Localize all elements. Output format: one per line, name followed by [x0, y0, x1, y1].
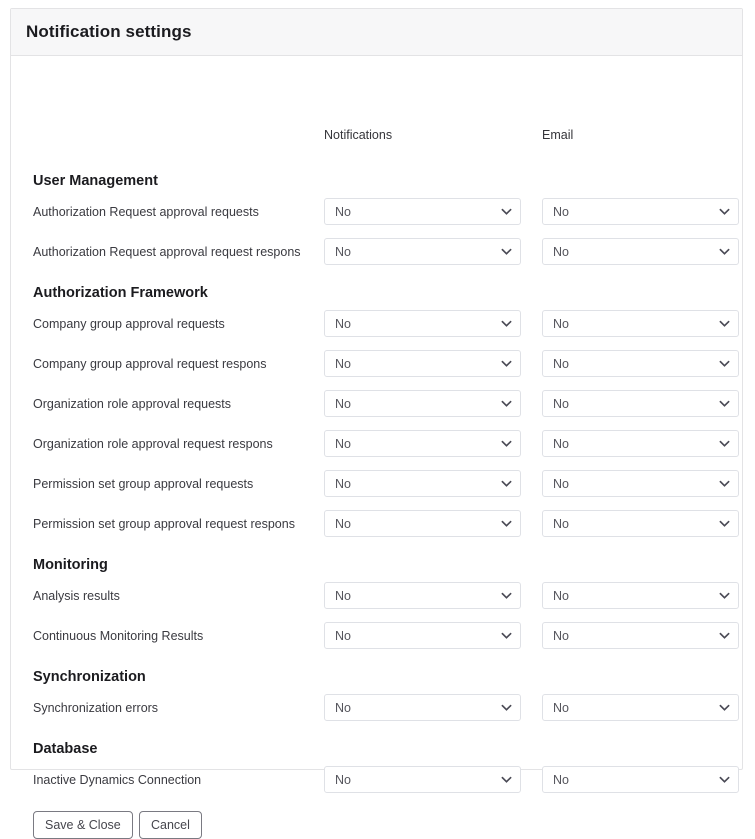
notifications-select[interactable]: No [324, 510, 521, 537]
select-value: No [335, 772, 351, 787]
notifications-select[interactable]: No [324, 582, 521, 609]
setting-row-label: Organization role approval request respo… [33, 437, 273, 451]
select-value: No [335, 356, 351, 371]
select-value: No [335, 436, 351, 451]
notifications-select[interactable]: No [324, 622, 521, 649]
setting-row-label: Organization role approval requests [33, 397, 232, 411]
select-value: No [553, 356, 569, 371]
column-header-notifications: Notifications [324, 128, 393, 142]
column-header-email: Email [542, 128, 574, 142]
email-select[interactable]: No [542, 310, 739, 337]
notifications-select[interactable]: No [324, 238, 521, 265]
chevron-down-icon [719, 318, 730, 329]
chevron-down-icon [719, 246, 730, 257]
cancel-button[interactable]: Cancel [139, 811, 202, 839]
select-value: No [553, 476, 569, 491]
email-select[interactable]: No [542, 582, 739, 609]
email-select[interactable]: No [542, 766, 739, 793]
section-title: Authorization Framework [33, 285, 208, 301]
chevron-down-icon [719, 478, 730, 489]
select-value: No [553, 628, 569, 643]
chevron-down-icon [719, 438, 730, 449]
select-value: No [553, 396, 569, 411]
chevron-down-icon [719, 590, 730, 601]
chevron-down-icon [501, 206, 512, 217]
chevron-down-icon [719, 702, 730, 713]
section-title: Synchronization [33, 669, 146, 685]
setting-row-label: Company group approval request respons [33, 357, 267, 371]
select-value: No [335, 588, 351, 603]
section-title: User Management [33, 173, 158, 189]
select-value: No [553, 436, 569, 451]
setting-row-label: Inactive Dynamics Connection [33, 773, 202, 787]
setting-row-label: Permission set group approval request re… [33, 517, 295, 531]
select-value: No [335, 316, 351, 331]
select-value: No [335, 204, 351, 219]
select-value: No [335, 476, 351, 491]
select-value: No [553, 588, 569, 603]
chevron-down-icon [719, 630, 730, 641]
chevron-down-icon [501, 774, 512, 785]
chevron-down-icon [501, 318, 512, 329]
select-value: No [553, 700, 569, 715]
select-value: No [335, 700, 351, 715]
section-title: Database [33, 741, 98, 757]
notifications-select[interactable]: No [324, 430, 521, 457]
chevron-down-icon [719, 206, 730, 217]
chevron-down-icon [719, 774, 730, 785]
chevron-down-icon [719, 398, 730, 409]
select-value: No [553, 244, 569, 259]
select-value: No [335, 244, 351, 259]
email-select[interactable]: No [542, 430, 739, 457]
email-select[interactable]: No [542, 622, 739, 649]
select-value: No [335, 516, 351, 531]
setting-row-label: Authorization Request approval request r… [33, 245, 301, 259]
chevron-down-icon [501, 518, 512, 529]
notifications-select[interactable]: No [324, 310, 521, 337]
notifications-select[interactable]: No [324, 766, 521, 793]
notifications-select[interactable]: No [324, 350, 521, 377]
setting-row-label: Analysis results [33, 589, 120, 603]
notifications-select[interactable]: No [324, 694, 521, 721]
chevron-down-icon [501, 630, 512, 641]
setting-row-label: Authorization Request approval requests [33, 205, 259, 219]
select-value: No [553, 516, 569, 531]
notifications-select[interactable]: No [324, 470, 521, 497]
page-title: Notification settings [26, 22, 192, 41]
setting-row-label: Permission set group approval requests [33, 477, 254, 491]
setting-row-label: Synchronization errors [33, 701, 159, 715]
select-value: No [335, 396, 351, 411]
section-title: Monitoring [33, 557, 108, 573]
email-select[interactable]: No [542, 350, 739, 377]
email-select[interactable]: No [542, 238, 739, 265]
chevron-down-icon [719, 518, 730, 529]
notification-settings-card: Notification settings Notifications Emai… [10, 8, 743, 839]
notifications-select[interactable]: No [324, 390, 521, 417]
chevron-down-icon [501, 398, 512, 409]
email-select[interactable]: No [542, 694, 739, 721]
save-and-close-button[interactable]: Save & Close [33, 811, 133, 839]
select-value: No [553, 772, 569, 787]
select-value: No [553, 204, 569, 219]
chevron-down-icon [501, 438, 512, 449]
chevron-down-icon [501, 478, 512, 489]
chevron-down-icon [501, 590, 512, 601]
email-select[interactable]: No [542, 470, 739, 497]
chevron-down-icon [719, 358, 730, 369]
select-value: No [335, 628, 351, 643]
setting-row-label: Company group approval requests [33, 317, 225, 331]
select-value: No [553, 316, 569, 331]
chevron-down-icon [501, 358, 512, 369]
chevron-down-icon [501, 246, 512, 257]
email-select[interactable]: No [542, 198, 739, 225]
chevron-down-icon [501, 702, 512, 713]
email-select[interactable]: No [542, 510, 739, 537]
email-select[interactable]: No [542, 390, 739, 417]
card-header: Notification settings [11, 9, 742, 56]
notifications-select[interactable]: No [324, 198, 521, 225]
setting-row-label: Continuous Monitoring Results [33, 629, 204, 643]
